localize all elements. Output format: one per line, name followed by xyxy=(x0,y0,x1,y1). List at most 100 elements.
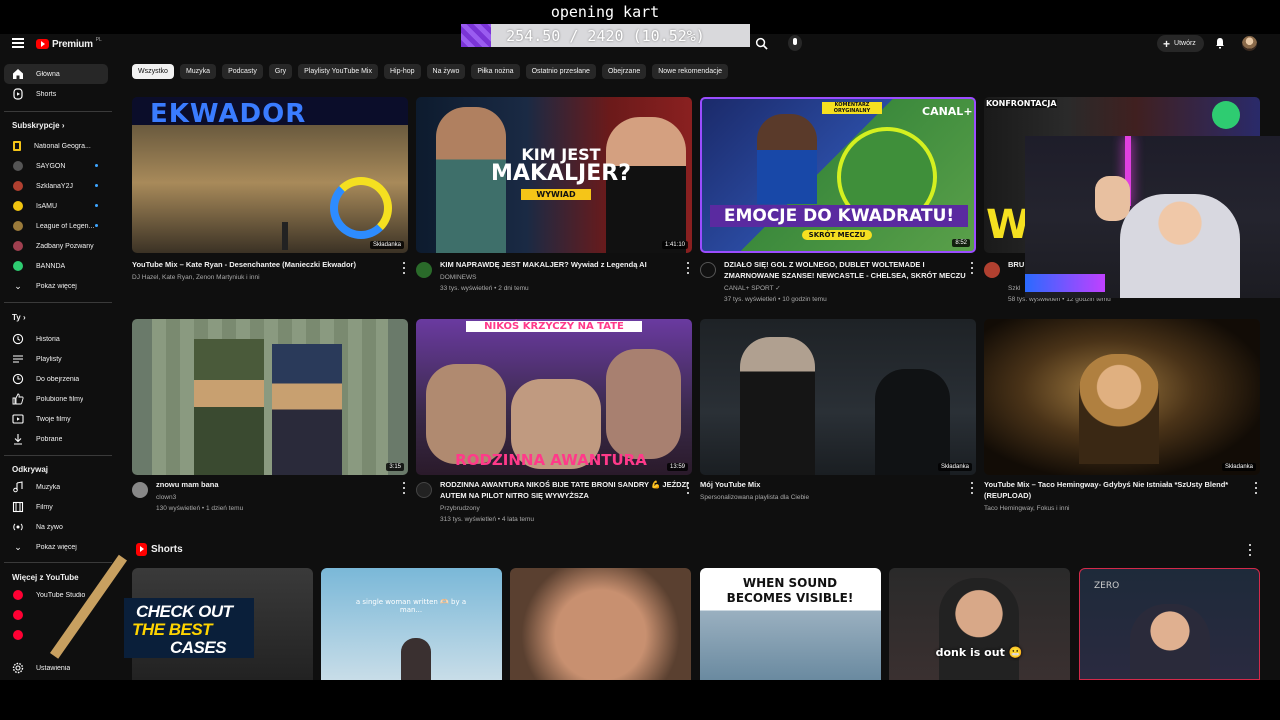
thumbnail-headline: KONFRONTACJA xyxy=(986,99,1057,108)
video-channel[interactable]: Taco Hemingway, Fokus i inni xyxy=(984,503,1234,514)
video-title[interactable]: KIM NAPRAWDĘ JEST MAKALJER? Wywiad z Leg… xyxy=(440,260,690,271)
sidebar-item-history[interactable]: Historia xyxy=(4,329,108,349)
account-avatar[interactable] xyxy=(1242,36,1257,51)
channel-avatar[interactable] xyxy=(984,262,1000,278)
channel-avatar[interactable] xyxy=(416,262,432,278)
sidebar-channel-item[interactable]: BANNDA xyxy=(4,256,108,276)
video-thumbnail[interactable]: Składanka xyxy=(700,319,976,475)
sidebar-channel-item[interactable]: League of Legen... xyxy=(4,216,108,236)
sidebar-item-home[interactable]: Główna xyxy=(4,64,108,84)
sidebar-channel-item[interactable]: IsAMU xyxy=(4,196,108,216)
chip-watched[interactable]: Obejrzane xyxy=(601,64,647,79)
sidebar-item-shorts[interactable]: Shorts xyxy=(4,84,108,104)
sidebar-item-downloads[interactable]: Pobrane xyxy=(4,429,108,449)
sidebar-item-label: Pokaż więcej xyxy=(36,282,77,290)
chip-football[interactable]: Piłka nożna xyxy=(471,64,520,79)
more-options-icon[interactable] xyxy=(686,482,690,494)
sidebar-item-label: Historia xyxy=(36,335,60,343)
create-label: Utwórz xyxy=(1174,40,1196,47)
sidebar-divider xyxy=(4,302,112,303)
short-card[interactable]: WHEN SOUND BECOMES VISIBLE! xyxy=(700,568,881,680)
sidebar-channel-item[interactable]: National Geogra... xyxy=(4,136,108,156)
more-options-icon[interactable] xyxy=(402,262,406,274)
sidebar-item-live[interactable]: Na żywo xyxy=(4,517,108,537)
video-channel[interactable]: CANAL+ SPORT ✓ xyxy=(724,283,974,294)
video-title[interactable]: RODZINNA AWANTURA NIKOŚ BIJE TATE BRONI … xyxy=(440,480,690,501)
sidebar-channel-item[interactable]: SAYGON xyxy=(4,156,108,176)
video-thumbnail[interactable]: EMOCJE DO KWADRATU! SKRÓT MECZU CANAL+ K… xyxy=(700,97,976,253)
sidebar-item-playlists[interactable]: Playlisty xyxy=(4,349,108,369)
music-note-icon xyxy=(13,481,23,493)
short-card[interactable]: a single woman written 🫶🏻 by a man... xyxy=(321,568,502,680)
more-options-icon[interactable] xyxy=(402,482,406,494)
search-icon[interactable] xyxy=(755,37,768,50)
video-icon xyxy=(12,414,24,424)
sidebar-item-music[interactable]: Muzyka xyxy=(4,477,108,497)
microphone-icon[interactable] xyxy=(788,35,802,51)
video-channel[interactable]: DOMINEWS xyxy=(440,272,690,283)
shelf-more-options-icon[interactable] xyxy=(1248,544,1252,556)
chip-games[interactable]: Gry xyxy=(268,64,293,79)
new-content-dot xyxy=(95,224,98,227)
sidebar-show-more-subs[interactable]: ⌄ Pokaż więcej xyxy=(4,276,108,296)
more-options-icon[interactable] xyxy=(1254,482,1258,494)
more-options-icon[interactable] xyxy=(970,482,974,494)
channel-avatar xyxy=(13,181,23,191)
video-channel[interactable]: clown3 xyxy=(156,492,406,503)
short-card[interactable] xyxy=(510,568,691,680)
sidebar-item-label: Shorts xyxy=(36,90,57,98)
promo-line-1: CHECK OUT xyxy=(136,602,233,621)
sidebar-item-movies[interactable]: Filmy xyxy=(4,497,108,517)
video-title[interactable]: YouTube Mix – Taco Hemingway- Gdybyś Nie… xyxy=(984,480,1249,501)
short-card[interactable]: ZERO xyxy=(1079,568,1260,680)
video-thumbnail[interactable]: EKWADOR Składanka xyxy=(132,97,408,253)
channel-avatar[interactable] xyxy=(416,482,432,498)
video-badge: Składanka xyxy=(369,241,404,249)
chip-new-recommendations[interactable]: Nowe rekomendacje xyxy=(652,64,729,79)
chip-live[interactable]: Na żywo xyxy=(426,64,466,79)
channel-avatar[interactable] xyxy=(132,482,148,498)
video-badge: Składanka xyxy=(1221,463,1256,471)
video-title[interactable]: znowu mam bana xyxy=(156,480,406,491)
sidebar-item-watch-later[interactable]: Do obejrzenia xyxy=(4,369,108,389)
youtube-play-icon xyxy=(36,39,49,49)
chip-podcasts[interactable]: Podcasty xyxy=(222,64,263,79)
you-header[interactable]: Ty › xyxy=(12,313,26,322)
short-caption: donk is out 😬 xyxy=(935,646,1023,659)
create-button[interactable]: + Utwórz xyxy=(1157,35,1204,52)
video-thumbnail[interactable]: KIM JEST MAKALJER? WYWIAD 1:41:10 xyxy=(416,97,692,253)
video-thumbnail[interactable]: Składanka xyxy=(984,319,1260,475)
more-options-icon[interactable] xyxy=(686,262,690,274)
youtube-premium-logo[interactable]: Premium PL xyxy=(36,37,102,50)
sidebar-item-label: Muzyka xyxy=(36,483,61,491)
chip-recently-uploaded[interactable]: Ostatnio przesłane xyxy=(525,64,596,79)
more-options-icon[interactable] xyxy=(970,262,974,274)
hamburger-menu-icon[interactable] xyxy=(12,38,24,48)
thumbnail-headline-bottom: RODZINNA AWANTURA xyxy=(455,451,647,469)
sidebar-item-label: League of Legen... xyxy=(36,222,95,230)
chip-all[interactable]: Wszystko xyxy=(132,64,174,79)
video-thumbnail[interactable]: NIKOŚ KRZYCZY NA TATE RODZINNA AWANTURA … xyxy=(416,319,692,475)
thumbnail-headline-top: NIKOŚ KRZYCZY NA TATE xyxy=(466,321,642,332)
home-icon xyxy=(13,69,23,79)
chip-music[interactable]: Muzyka xyxy=(179,64,217,79)
chip-hiphop[interactable]: Hip-hop xyxy=(384,64,421,79)
person-right xyxy=(875,369,950,475)
logo-ring-graphic xyxy=(330,177,392,239)
sidebar-channel-item[interactable]: SzklanaY2J xyxy=(4,176,108,196)
video-channel[interactable]: DJ Hazel, Kate Ryan, Zenon Martyniuk i i… xyxy=(132,272,382,283)
sidebar-item-your-videos[interactable]: Twoje filmy xyxy=(4,409,108,429)
channel-avatar[interactable] xyxy=(700,262,716,278)
sidebar-channel-item[interactable]: Zadbany Pozwany xyxy=(4,236,108,256)
video-thumbnail[interactable]: 3:15 xyxy=(132,319,408,475)
subscriptions-header[interactable]: Subskrypcje › xyxy=(12,121,64,130)
short-card[interactable]: donk is out 😬 xyxy=(889,568,1070,680)
video-title[interactable]: Mój YouTube Mix xyxy=(700,480,950,491)
chip-youtube-mix[interactable]: Playlisty YouTube Mix xyxy=(298,64,378,79)
video-title[interactable]: DZIAŁO SIĘ! GOL Z WOLNEGO, DUBLET WOLTEM… xyxy=(724,260,974,281)
sidebar-item-liked[interactable]: Polubione filmy xyxy=(4,389,108,409)
video-channel[interactable]: Przybrudzony xyxy=(440,503,690,514)
notifications-bell-icon[interactable] xyxy=(1215,37,1225,49)
video-duration: 1:41:10 xyxy=(661,241,688,249)
video-title[interactable]: YouTube Mix – Kate Ryan - Desenchantee (… xyxy=(132,260,382,271)
